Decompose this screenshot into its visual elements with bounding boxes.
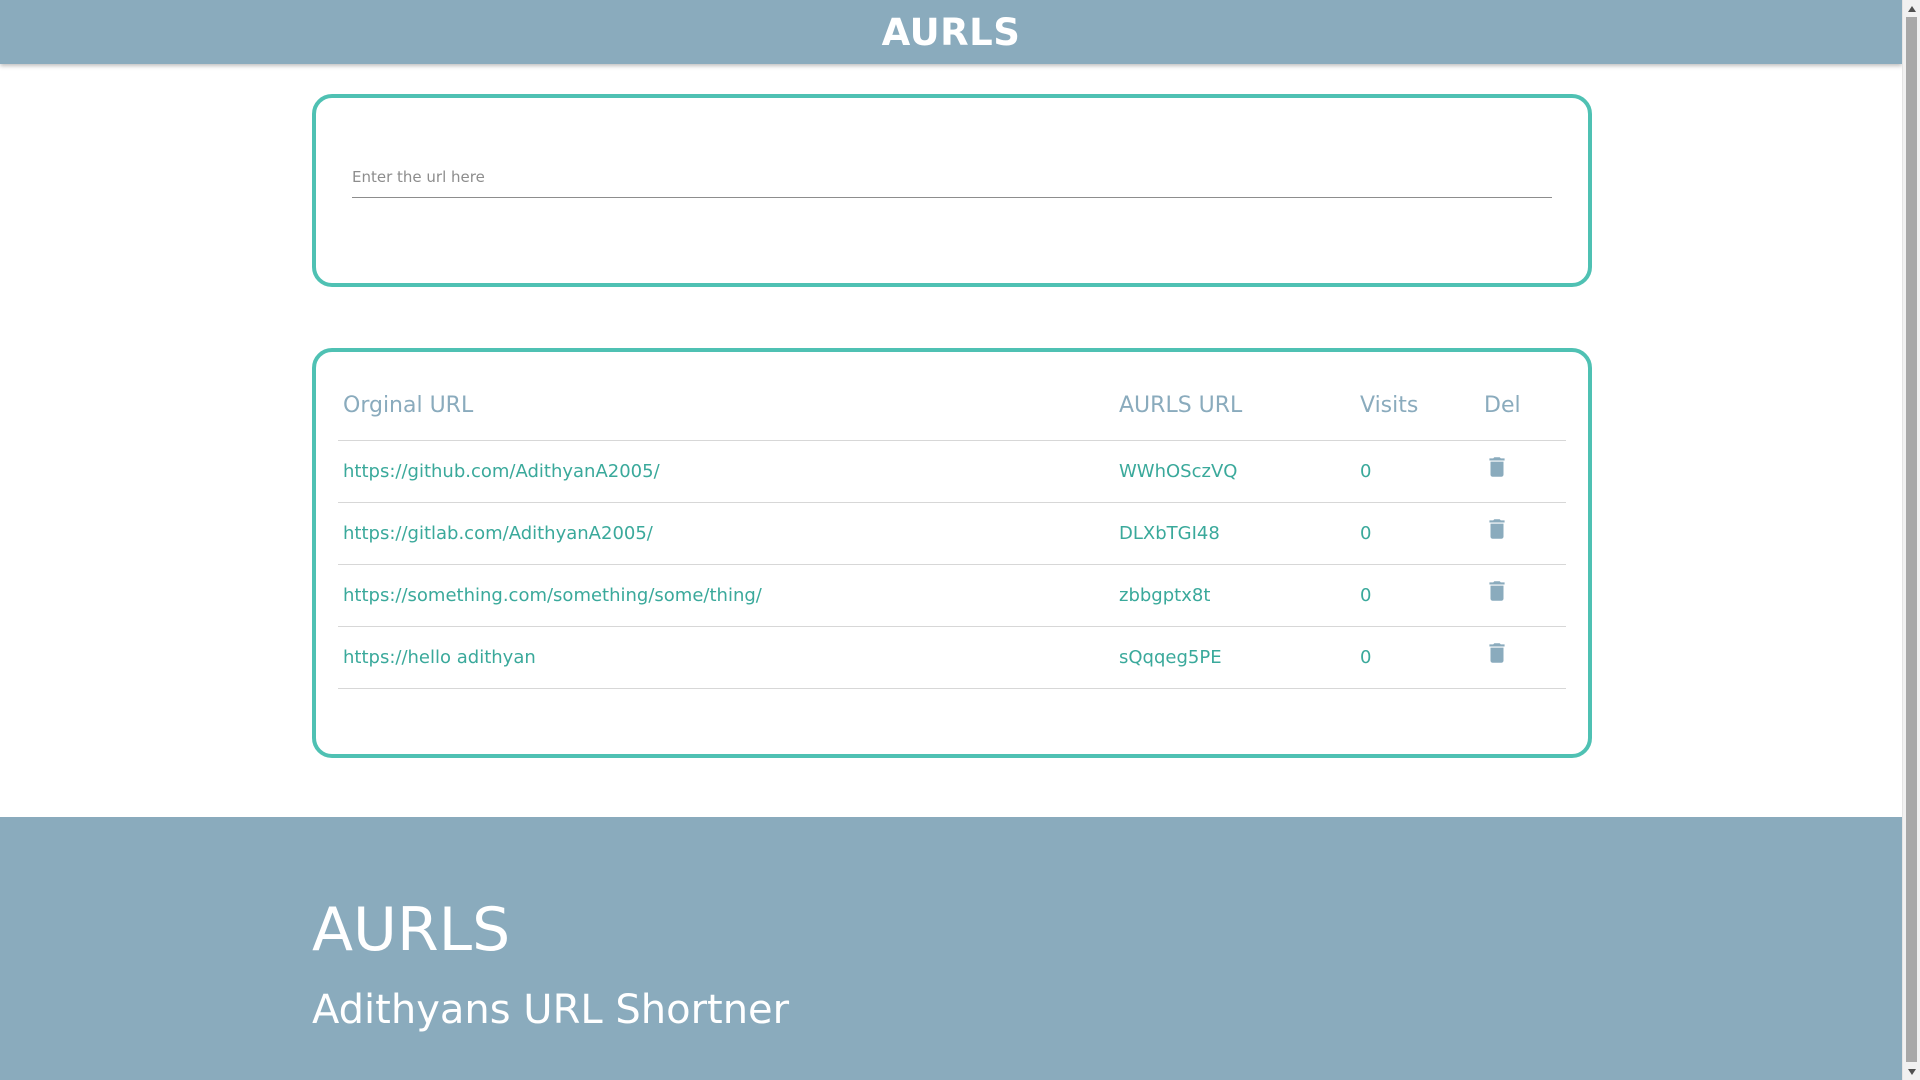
visits-cell: 0: [1355, 626, 1479, 689]
delete-cell: [1479, 502, 1566, 565]
original-url-cell: https://gitlab.com/AdithyanA2005/: [338, 502, 1114, 565]
visits-count: 0: [1360, 460, 1372, 482]
header-aurls-url: AURLS URL: [1114, 372, 1355, 441]
header-del: Del: [1479, 372, 1566, 441]
trash-icon: [1489, 518, 1505, 539]
delete-button[interactable]: [1484, 516, 1510, 542]
footer-title: AURLS: [312, 895, 511, 965]
short-url-link[interactable]: sQqqeg5PE: [1119, 647, 1222, 668]
trash-icon: [1489, 580, 1505, 601]
scrollbar-thumb[interactable]: [1906, 17, 1917, 1062]
trash-icon: [1489, 456, 1505, 477]
short-url-cell: sQqqeg5PE: [1114, 626, 1355, 689]
original-url-link[interactable]: https://github.com/AdithyanA2005/: [343, 461, 660, 482]
delete-button[interactable]: [1484, 578, 1510, 604]
delete-button[interactable]: [1484, 454, 1510, 480]
delete-cell: [1479, 440, 1566, 503]
short-url-cell: DLXbTGI48: [1114, 502, 1355, 565]
short-url-cell: zbbgptx8t: [1114, 564, 1355, 627]
table-row: https://something.com/something/some/thi…: [338, 564, 1566, 627]
triangle-up-icon: [1908, 5, 1916, 12]
scroll-down-button[interactable]: [1903, 1063, 1920, 1080]
footer-subtitle: Adithyans URL Shortner: [312, 987, 790, 1033]
header-visits: Visits: [1355, 372, 1479, 441]
url-input[interactable]: [352, 156, 1552, 198]
visits-cell: 0: [1355, 564, 1479, 627]
vertical-scrollbar[interactable]: [1902, 0, 1920, 1080]
original-url-link[interactable]: https://hello adithyan: [343, 647, 536, 668]
short-url-link[interactable]: WWhOSczVQ: [1119, 461, 1237, 482]
urls-table: Orginal URL AURLS URL Visits Del https:/…: [338, 372, 1566, 689]
original-url-link[interactable]: https://something.com/something/some/thi…: [343, 585, 762, 606]
original-url-cell: https://something.com/something/some/thi…: [338, 564, 1114, 627]
short-url-cell: WWhOSczVQ: [1114, 440, 1355, 503]
trash-icon: [1489, 642, 1505, 663]
delete-cell: [1479, 564, 1566, 627]
header-original-url: Orginal URL: [338, 372, 1114, 441]
url-form-card: [312, 94, 1592, 287]
visits-cell: 0: [1355, 502, 1479, 565]
urls-table-card: Orginal URL AURLS URL Visits Del https:/…: [312, 348, 1592, 758]
app-header: AURLS: [0, 0, 1902, 64]
visits-count: 0: [1360, 522, 1372, 544]
header-brand: AURLS: [881, 10, 1021, 54]
table-row: https://hello adithyan sQqqeg5PE 0: [338, 626, 1566, 689]
page: AURLS Orginal URL AURLS URL Visits Del: [0, 0, 1902, 1080]
original-url-cell: https://hello adithyan: [338, 626, 1114, 689]
scroll-up-button[interactable]: [1903, 0, 1920, 17]
visits-count: 0: [1360, 646, 1372, 668]
original-url-link[interactable]: https://gitlab.com/AdithyanA2005/: [343, 523, 653, 544]
original-url-cell: https://github.com/AdithyanA2005/: [338, 440, 1114, 503]
page-footer: AURLS Adithyans URL Shortner: [0, 817, 1902, 1080]
main-container: Orginal URL AURLS URL Visits Del https:/…: [312, 94, 1592, 758]
visits-count: 0: [1360, 584, 1372, 606]
delete-button[interactable]: [1484, 640, 1510, 666]
triangle-down-icon: [1908, 1068, 1916, 1075]
delete-cell: [1479, 626, 1566, 689]
table-row: https://gitlab.com/AdithyanA2005/ DLXbTG…: [338, 502, 1566, 565]
short-url-link[interactable]: zbbgptx8t: [1119, 585, 1210, 606]
visits-cell: 0: [1355, 440, 1479, 503]
short-url-link[interactable]: DLXbTGI48: [1119, 523, 1220, 544]
table-header-row: Orginal URL AURLS URL Visits Del: [338, 372, 1566, 441]
table-row: https://github.com/AdithyanA2005/ WWhOSc…: [338, 440, 1566, 503]
browser-viewport: AURLS Orginal URL AURLS URL Visits Del: [0, 0, 1920, 1080]
